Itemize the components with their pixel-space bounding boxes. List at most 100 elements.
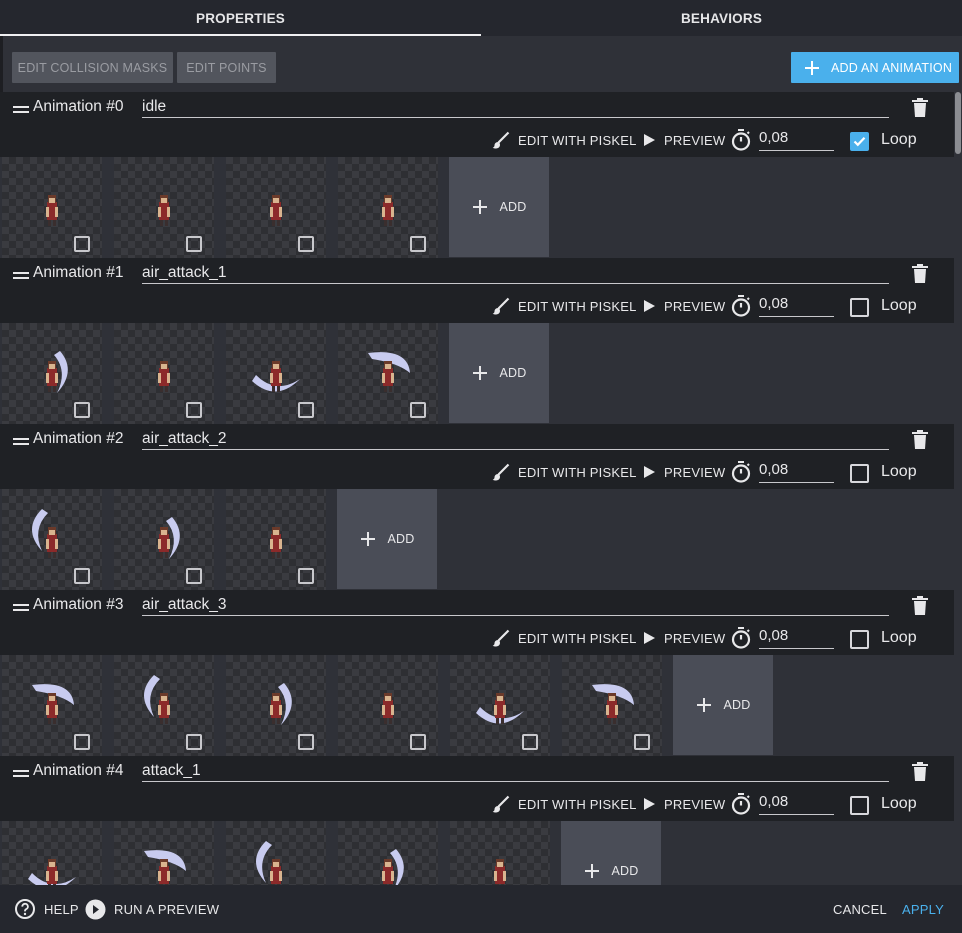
frame-thumbnail[interactable] — [226, 323, 326, 424]
frame-checkbox[interactable] — [410, 236, 426, 252]
edit-with-piskel-label: EDIT WITH PISKEL — [518, 298, 637, 314]
frame-checkbox[interactable] — [298, 236, 314, 252]
animation-name-input[interactable]: attack_1 — [142, 760, 889, 782]
edit-with-piskel-button[interactable]: EDIT WITH PISKEL — [492, 460, 637, 484]
preview-label: PREVIEW — [664, 796, 726, 812]
delete-icon[interactable] — [912, 264, 928, 288]
preview-button[interactable]: PREVIEW — [642, 460, 725, 484]
frame-thumbnail[interactable] — [226, 157, 326, 258]
run-preview-button[interactable]: RUN A PREVIEW — [85, 899, 219, 919]
add-frame-button[interactable]: ADD — [449, 323, 549, 423]
animation-block: Animation #3 air_attack_3 EDIT WITH PISKEL… — [0, 590, 954, 756]
edit-with-piskel-button[interactable]: EDIT WITH PISKEL — [492, 294, 637, 318]
frame-checkbox[interactable] — [634, 734, 650, 750]
frame-thumbnail[interactable] — [114, 489, 214, 590]
drag-handle-icon[interactable] — [13, 434, 29, 452]
preview-button[interactable]: PREVIEW — [642, 626, 725, 650]
plus-icon — [696, 697, 718, 713]
drag-handle-icon[interactable] — [13, 600, 29, 618]
preview-button[interactable]: PREVIEW — [642, 128, 725, 152]
loop-checkbox[interactable] — [850, 132, 869, 151]
preview-button[interactable]: PREVIEW — [642, 294, 725, 318]
frame-thumbnail[interactable] — [2, 323, 102, 424]
frame-thumbnail[interactable] — [338, 157, 438, 258]
frame-thumbnail[interactable] — [450, 655, 550, 756]
frame-thumbnail[interactable] — [562, 655, 662, 756]
frame-checkbox[interactable] — [298, 568, 314, 584]
frame-thumbnail[interactable] — [114, 821, 214, 885]
add-frame-button[interactable]: ADD — [673, 655, 773, 755]
delete-icon[interactable] — [912, 430, 928, 454]
frame-duration-input[interactable]: 0,08 — [759, 792, 834, 815]
animation-name-input[interactable]: air_attack_1 — [142, 262, 889, 284]
frame-checkbox[interactable] — [522, 734, 538, 750]
drag-handle-icon[interactable] — [13, 102, 29, 120]
cancel-button[interactable]: CANCEL — [833, 899, 887, 919]
animation-name-input[interactable]: idle — [142, 96, 889, 118]
help-button[interactable]: HELP — [14, 899, 79, 919]
frame-duration-input[interactable]: 0,08 — [759, 626, 834, 649]
animations-list[interactable]: Animation #0 idle EDIT WITH PISKEL PREVIEW 0… — [0, 92, 962, 885]
frame-checkbox[interactable] — [74, 402, 90, 418]
add-animation-button[interactable]: ADD AN ANIMATION — [791, 52, 959, 83]
frame-checkbox[interactable] — [410, 402, 426, 418]
frame-thumbnail[interactable] — [2, 655, 102, 756]
frame-thumbnail[interactable] — [338, 821, 438, 885]
frame-thumbnail[interactable] — [226, 821, 326, 885]
tab-behaviors[interactable]: BEHAVIORS — [481, 0, 962, 36]
edit-with-piskel-button[interactable]: EDIT WITH PISKEL — [492, 792, 637, 816]
frame-checkbox[interactable] — [186, 236, 202, 252]
frame-checkbox[interactable] — [74, 236, 90, 252]
frame-thumbnail[interactable] — [114, 655, 214, 756]
edit-points-button[interactable]: EDIT POINTS — [177, 52, 276, 83]
loop-checkbox[interactable] — [850, 298, 869, 317]
animation-name-input[interactable]: air_attack_2 — [142, 428, 889, 450]
frame-thumbnail[interactable] — [2, 821, 102, 885]
apply-button[interactable]: APPLY — [902, 899, 944, 919]
frame-thumbnail[interactable] — [226, 489, 326, 590]
frame-checkbox[interactable] — [186, 734, 202, 750]
preview-button[interactable]: PREVIEW — [642, 792, 725, 816]
edit-with-piskel-button[interactable]: EDIT WITH PISKEL — [492, 626, 637, 650]
edit-with-piskel-button[interactable]: EDIT WITH PISKEL — [492, 128, 637, 152]
tab-properties[interactable]: PROPERTIES — [0, 0, 481, 36]
loop-label: Loop — [881, 629, 917, 646]
frame-duration-input[interactable]: 0,08 — [759, 460, 834, 483]
drag-handle-icon[interactable] — [13, 766, 29, 784]
scrollbar-thumb[interactable] — [955, 92, 961, 154]
frame-duration-input[interactable]: 0,08 — [759, 294, 834, 317]
frame-checkbox[interactable] — [298, 734, 314, 750]
brush-icon — [492, 795, 518, 813]
frame-thumbnail[interactable] — [2, 157, 102, 258]
animation-name-input[interactable]: air_attack_3 — [142, 594, 889, 616]
play-circle-icon — [85, 899, 106, 919]
frame-thumbnail[interactable] — [114, 323, 214, 424]
add-frame-button[interactable]: ADD — [449, 157, 549, 257]
frame-checkbox[interactable] — [298, 402, 314, 418]
loop-checkbox[interactable] — [850, 464, 869, 483]
delete-icon[interactable] — [912, 98, 928, 122]
plus-icon — [803, 59, 821, 77]
loop-checkbox[interactable] — [850, 796, 869, 815]
edit-collision-masks-button[interactable]: EDIT COLLISION MASKS — [12, 52, 173, 83]
loop-checkbox[interactable] — [850, 630, 869, 649]
frame-thumbnail[interactable] — [338, 655, 438, 756]
frame-thumbnail[interactable] — [450, 821, 550, 885]
add-frame-button[interactable]: ADD — [561, 821, 661, 885]
frame-checkbox[interactable] — [74, 734, 90, 750]
drag-handle-icon[interactable] — [13, 268, 29, 286]
frame-checkbox[interactable] — [186, 402, 202, 418]
frame-duration-input[interactable]: 0,08 — [759, 128, 834, 151]
delete-icon[interactable] — [912, 596, 928, 620]
frame-checkbox[interactable] — [410, 734, 426, 750]
frame-checkbox[interactable] — [186, 568, 202, 584]
frame-thumbnail[interactable] — [226, 655, 326, 756]
scrollbar[interactable] — [954, 92, 962, 885]
add-frame-button[interactable]: ADD — [337, 489, 437, 589]
frame-checkbox[interactable] — [74, 568, 90, 584]
delete-icon[interactable] — [912, 762, 928, 786]
footer: HELP RUN A PREVIEW CANCEL APPLY — [0, 885, 962, 933]
frame-thumbnail[interactable] — [338, 323, 438, 424]
frame-thumbnail[interactable] — [114, 157, 214, 258]
frame-thumbnail[interactable] — [2, 489, 102, 590]
